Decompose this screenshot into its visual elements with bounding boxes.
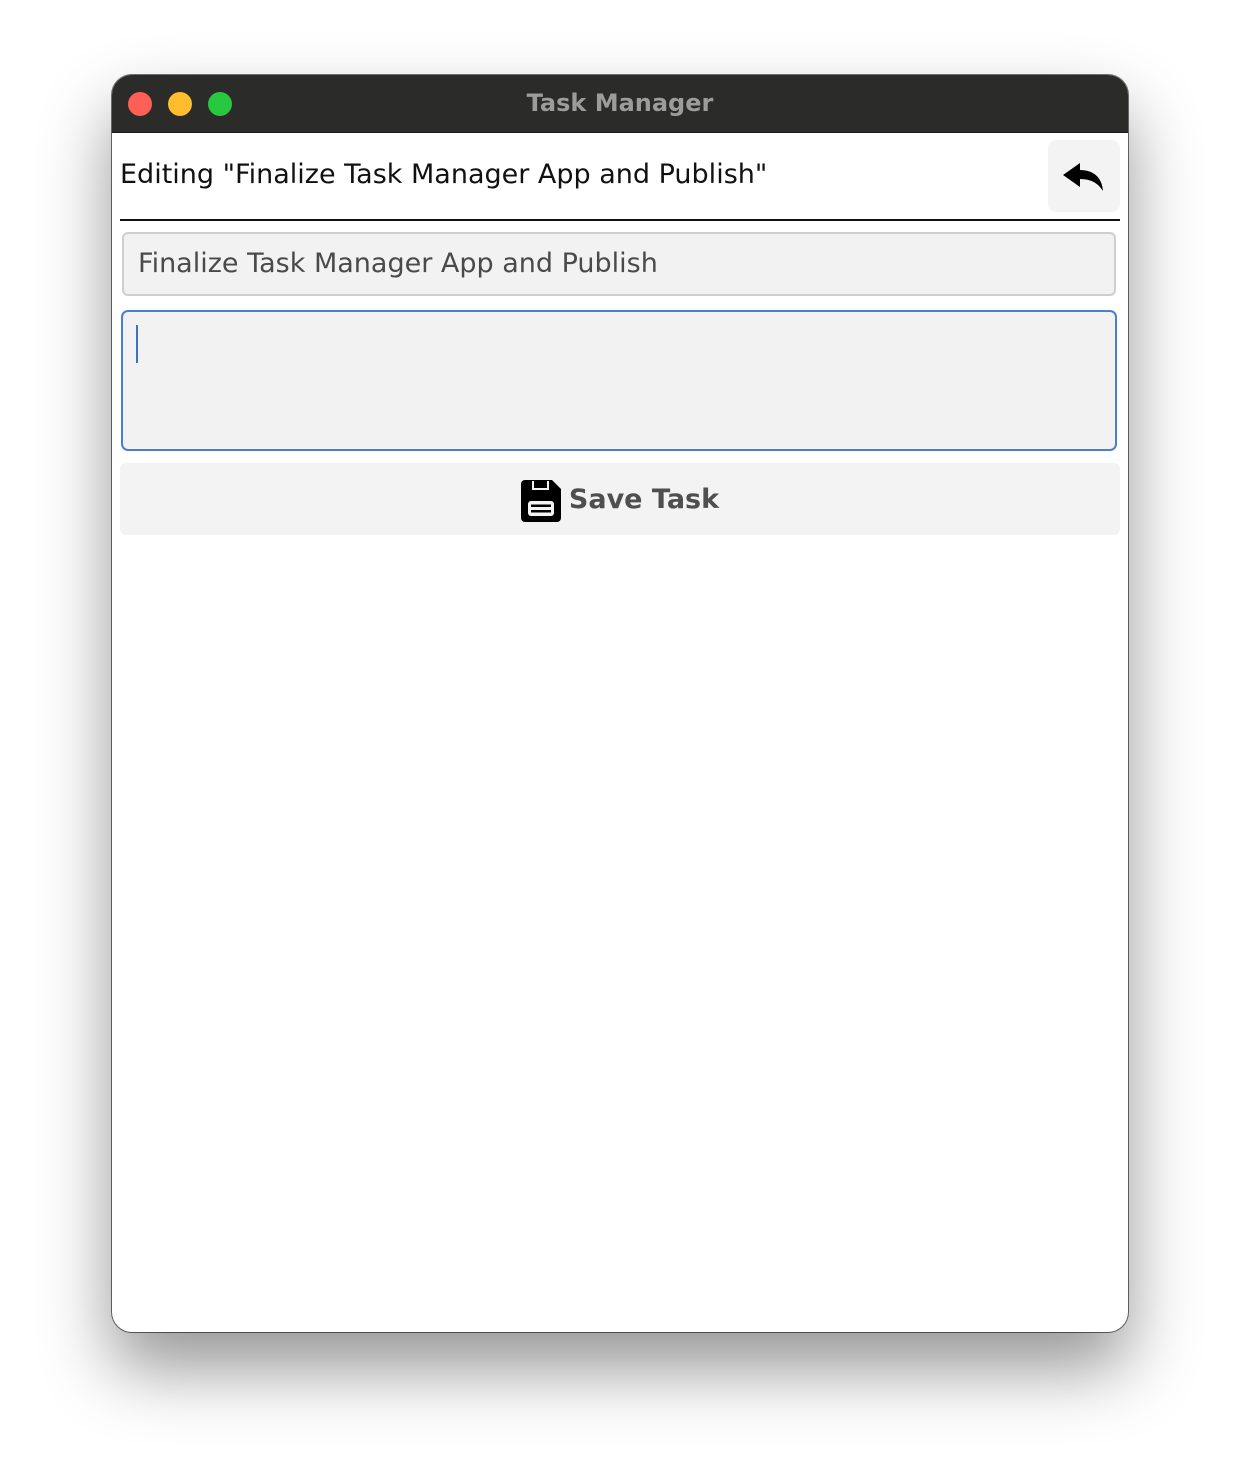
- task-description-input[interactable]: [121, 310, 1117, 451]
- back-button[interactable]: [1048, 140, 1120, 212]
- save-task-button[interactable]: Save Task: [120, 463, 1120, 535]
- save-task-label: Save Task: [568, 483, 720, 515]
- app-window: Task Manager Editing "Finalize Task Mana…: [112, 75, 1128, 1332]
- task-title-input[interactable]: Finalize Task Manager App and Publish: [122, 232, 1116, 296]
- task-title-value: Finalize Task Manager App and Publish: [138, 248, 658, 279]
- title-bar[interactable]: Task Manager: [112, 75, 1128, 133]
- page-heading: Editing "Finalize Task Manager App and P…: [120, 159, 768, 190]
- reply-arrow-icon: [1063, 163, 1103, 191]
- text-caret: [136, 325, 138, 363]
- floppy-disk-icon: [520, 479, 561, 522]
- screen: Task Manager Editing "Finalize Task Mana…: [0, 0, 1240, 1480]
- window-title: Task Manager: [526, 89, 714, 117]
- header-divider: [120, 219, 1120, 221]
- edit-task-view: Editing "Finalize Task Manager App and P…: [112, 133, 1128, 1332]
